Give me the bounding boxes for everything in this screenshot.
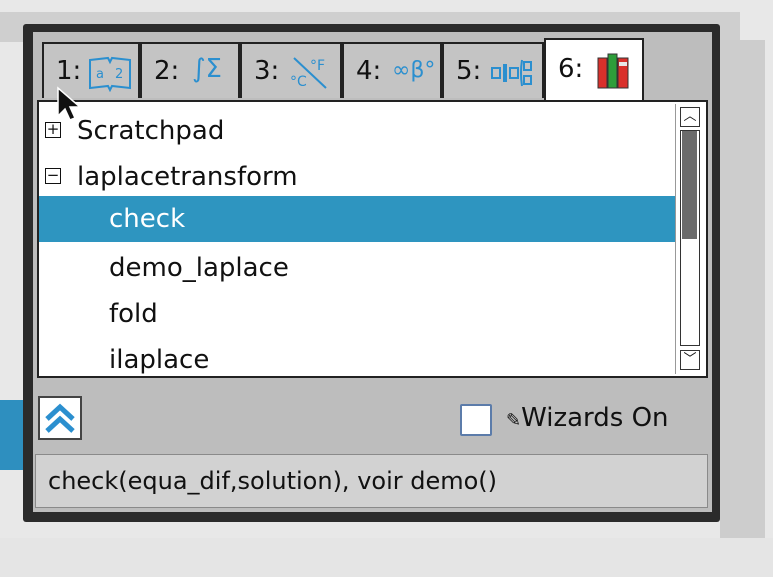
- scroll-up-button[interactable]: ︿: [680, 107, 700, 127]
- chevron-up-icon: ︿: [683, 109, 697, 124]
- tab-5[interactable]: 5:: [442, 42, 544, 98]
- book-icon: a2: [88, 54, 132, 99]
- scrollbar[interactable]: ︿ ﹀: [675, 104, 706, 374]
- integral-sum-icon: ∫Σ: [192, 54, 222, 84]
- tree-item-label: ilaplace: [109, 345, 210, 375]
- tab-3[interactable]: 3: °C °F: [240, 42, 342, 98]
- tree-item-label: laplacetransform: [77, 162, 298, 192]
- mouse-cursor-icon: [56, 86, 83, 126]
- scroll-track[interactable]: [680, 130, 700, 346]
- unit-conversion-icon: °C °F: [288, 54, 332, 99]
- scroll-thumb[interactable]: [682, 131, 697, 239]
- wizards-checkbox[interactable]: [460, 404, 492, 436]
- templates-icon: [490, 56, 534, 97]
- background-left-edge: [0, 400, 23, 470]
- svg-text:2: 2: [115, 67, 123, 82]
- tree-item-demo-laplace[interactable]: demo_laplace: [39, 245, 675, 291]
- help-text: check(equa_dif,solution), voir demo(): [35, 454, 708, 508]
- tab-number: 3:: [254, 56, 280, 86]
- tab-number: 4:: [356, 56, 382, 86]
- tree-item-fold[interactable]: fold: [39, 291, 675, 337]
- tree-item-laplacetransform[interactable]: − laplacetransform: [39, 154, 675, 200]
- tree-item-ilaplace[interactable]: ilaplace: [39, 337, 675, 376]
- svg-text:°C: °C: [290, 74, 307, 90]
- tree-item-label: demo_laplace: [109, 253, 289, 283]
- tree-item-check[interactable]: check: [39, 196, 675, 242]
- wand-icon: ✎: [506, 410, 522, 431]
- tree-item-scratchpad[interactable]: + Scratchpad: [39, 108, 675, 154]
- tab-number: 2:: [154, 56, 180, 86]
- tab-4[interactable]: 4: ∞β°: [342, 42, 442, 98]
- double-chevron-up-icon: [43, 401, 77, 439]
- collapse-help-button[interactable]: [38, 396, 82, 440]
- svg-text:a: a: [96, 67, 104, 82]
- tab-number: 6:: [558, 54, 584, 84]
- background-bottom-bar: [0, 538, 773, 577]
- tree-item-label: Scratchpad: [77, 116, 225, 146]
- svg-text:°F: °F: [310, 58, 325, 74]
- tab-2[interactable]: 2: ∫Σ: [140, 42, 240, 98]
- tree-item-label: fold: [109, 299, 158, 329]
- library-books-icon: [596, 52, 632, 97]
- collapse-icon[interactable]: −: [45, 168, 61, 184]
- symbols-icon: ∞β°: [392, 58, 436, 83]
- tree-item-label: check: [109, 204, 186, 234]
- wizards-label[interactable]: ✎Wizards On: [506, 403, 669, 433]
- tab-number: 1:: [56, 56, 82, 86]
- scroll-down-button[interactable]: ﹀: [680, 350, 700, 370]
- tab-6[interactable]: 6:: [544, 38, 644, 100]
- wizards-text: Wizards On: [521, 403, 669, 433]
- background-panel-right: [720, 40, 765, 540]
- library-tree[interactable]: + Scratchpad − laplacetransform check de…: [37, 100, 708, 378]
- chevron-down-icon: ﹀: [683, 352, 697, 367]
- tab-number: 5:: [456, 56, 482, 86]
